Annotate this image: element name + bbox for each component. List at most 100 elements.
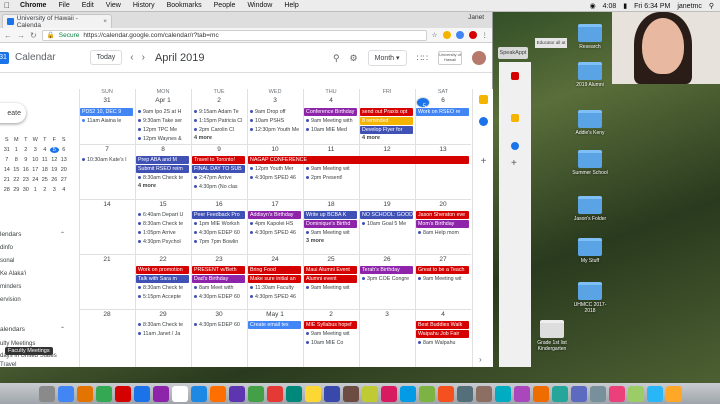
mini-calendar-day[interactable]: 8 — [12, 157, 22, 163]
day-number[interactable]: 27 — [415, 256, 471, 263]
mini-calendar-day[interactable]: 24 — [31, 177, 41, 183]
dock-app-icon[interactable] — [76, 385, 93, 402]
event-chip[interactable]: PRESENT w/Beth — [192, 266, 245, 274]
event-item[interactable]: 2pm Carolin Cl — [192, 126, 245, 134]
dock-app-icon[interactable] — [456, 385, 473, 402]
avatar[interactable] — [472, 51, 486, 65]
event-item[interactable]: 4:30pm SPED 46 — [248, 174, 301, 182]
event-item[interactable]: 9:15am Adam Te — [192, 108, 245, 116]
more-link[interactable]: 3 more — [306, 238, 324, 244]
event-item[interactable]: 7pm 7pm Bowlin — [192, 238, 245, 246]
event-item[interactable]: 9am Meeting wit — [304, 284, 357, 292]
dock-app-icon[interactable] — [399, 385, 416, 402]
dock-app-icon[interactable] — [608, 385, 625, 402]
day-number[interactable]: 18 — [303, 201, 359, 208]
event-item[interactable]: 9am Meeting wit — [304, 229, 357, 237]
event-item[interactable]: 11am Janet / Ja — [136, 330, 189, 338]
dock-app-icon[interactable] — [133, 385, 150, 402]
dock-app-icon[interactable] — [475, 385, 492, 402]
menu-history[interactable]: History — [127, 2, 161, 9]
event-item[interactable]: 4:30pm EDEP 60 — [192, 229, 245, 237]
mini-calendar-day[interactable]: 2 — [21, 147, 31, 153]
event-item[interactable]: 9am Meeting wit — [416, 275, 469, 283]
today-button[interactable]: Today — [89, 50, 123, 65]
dock-app-icon[interactable] — [95, 385, 112, 402]
wifi-icon[interactable]: ◉ — [590, 2, 596, 10]
menu-file[interactable]: File — [52, 2, 75, 9]
day-number[interactable]: 4 — [303, 97, 359, 104]
day-number[interactable]: 3 — [359, 311, 415, 318]
desktop-folder[interactable]: Grade 1st list Kindergarten — [532, 320, 572, 352]
mini-calendar-day[interactable]: 14 — [2, 167, 12, 173]
profile-button[interactable]: Janet — [468, 14, 484, 21]
mini-calendar-day[interactable]: 15 — [12, 167, 22, 173]
day-number[interactable]: 28 — [79, 311, 135, 318]
mini-calendar-day[interactable]: 30 — [21, 187, 31, 193]
day-number[interactable]: 23 — [191, 256, 247, 263]
url-input[interactable]: 🔒 Secure https://calendar.google.com/cal… — [41, 29, 427, 41]
day-number[interactable]: 16 — [191, 201, 247, 208]
event-item[interactable]: 4pm Kapolei HS — [248, 220, 301, 228]
calendar-item[interactable]: ervision — [0, 297, 21, 303]
tab-calendar[interactable]: University of Hawaii - Calenda × — [2, 14, 112, 29]
event-item[interactable]: 12pm Waynes & — [136, 135, 189, 143]
add-icon[interactable]: + — [511, 158, 517, 169]
event-chip[interactable]: Terah's Birthday — [360, 266, 413, 274]
event-item[interactable]: 4:30pm EDEP 60 — [192, 293, 245, 301]
calendar-item[interactable]: Ke Alaka'i — [0, 271, 26, 277]
dock-app-icon[interactable] — [57, 385, 74, 402]
day-number[interactable]: 2 — [191, 97, 247, 104]
event-chip[interactable]: Mom's Birthday — [416, 220, 469, 228]
event-item[interactable]: 5:15pm Accepte — [136, 293, 189, 301]
dock-app-icon[interactable] — [285, 385, 302, 402]
mini-calendar-day[interactable]: 29 — [12, 187, 22, 193]
day-number[interactable]: 21 — [79, 256, 135, 263]
mini-calendar-day[interactable]: 25 — [40, 177, 50, 183]
event-item[interactable]: 9am Ipo 2S at H — [136, 108, 189, 116]
event-chip[interactable]: Best Buddies Walk — [416, 321, 469, 329]
mini-calendar-day[interactable]: 2 — [40, 187, 50, 193]
mini-calendar-day[interactable]: 1 — [31, 187, 41, 193]
day-number[interactable]: 17 — [247, 201, 303, 208]
event-item[interactable]: 1:15pm Patricia Cl — [192, 117, 245, 125]
event-chip[interactable]: Waipahu Job Fair — [416, 330, 469, 338]
mini-calendar-day[interactable]: 4 — [40, 147, 50, 153]
mini-calendar-day[interactable]: 4 — [59, 187, 69, 193]
menubar-clock[interactable]: Fri 6:34 PM — [634, 3, 670, 10]
day-number[interactable]: 9 — [191, 146, 247, 153]
day-number[interactable]: 30 — [191, 311, 247, 318]
dock-app-icon[interactable] — [247, 385, 264, 402]
desktop-folder[interactable]: Addie's Keny — [572, 110, 608, 136]
day-number[interactable]: 2 — [303, 311, 359, 318]
dock-app-icon[interactable] — [304, 385, 321, 402]
chevron-up-icon[interactable]: ⌃ — [60, 326, 65, 333]
event-item[interactable]: 6:40am Depart U — [136, 211, 189, 219]
event-chip[interactable]: 8 reminded — [360, 117, 413, 125]
mini-calendar-day[interactable]: 13 — [59, 157, 69, 163]
event-chip[interactable]: Work on RSEO re — [416, 108, 469, 116]
dock-app-icon[interactable] — [665, 385, 682, 402]
event-chip[interactable]: Prep ABA and M — [136, 156, 189, 164]
extension-icon[interactable] — [468, 31, 477, 39]
desktop-folder[interactable]: UHMCC 2017-2018 — [572, 282, 608, 314]
dock-app-icon[interactable] — [646, 385, 663, 402]
event-chip[interactable]: Conference Birthday — [304, 108, 357, 116]
mini-calendar-day[interactable]: 5 — [49, 147, 59, 153]
day-number[interactable]: 12 — [359, 146, 415, 153]
event-chip[interactable]: Peer Feedback Pro — [192, 211, 245, 219]
mini-calendar-day[interactable]: 21 — [2, 177, 12, 183]
tasks-icon[interactable] — [511, 142, 519, 150]
event-chip[interactable]: Alumni event — [304, 275, 357, 283]
mini-calendar-day[interactable]: 17 — [31, 167, 41, 173]
menubar-user[interactable]: janetmc — [677, 3, 702, 10]
dock-app-icon[interactable] — [361, 385, 378, 402]
event-item[interactable]: 8:30am Check te — [136, 220, 189, 228]
day-number[interactable]: 26 — [359, 256, 415, 263]
extension-icon[interactable] — [442, 31, 451, 39]
desktop-folder[interactable]: Research — [572, 24, 608, 50]
event-item[interactable]: 12pm TPC Me — [136, 126, 189, 134]
back-icon[interactable]: ← — [4, 31, 12, 40]
day-number[interactable]: 20 — [415, 201, 471, 208]
battery-icon[interactable]: ▮ — [623, 2, 627, 10]
day-number[interactable]: 14 — [79, 201, 135, 208]
